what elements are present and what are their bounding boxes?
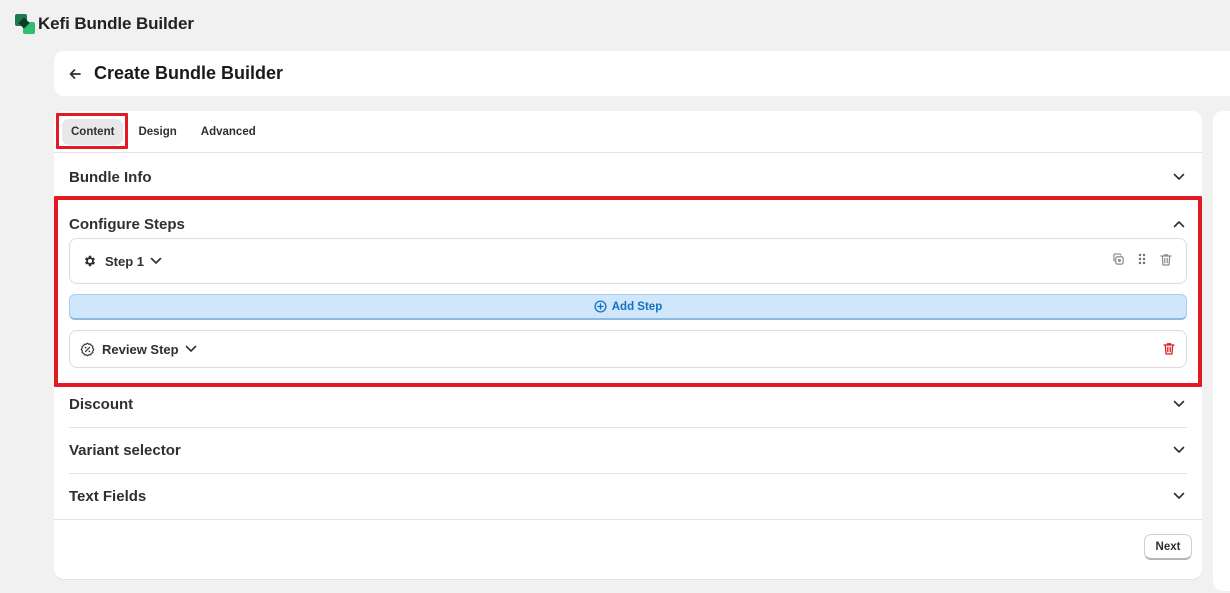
- side-panel: [1213, 111, 1230, 591]
- chevron-down-icon: [1171, 488, 1187, 504]
- section-title: Text Fields: [69, 487, 147, 505]
- divider: [54, 152, 1202, 153]
- app-title: Kefi Bundle Builder: [38, 14, 194, 33]
- chevron-down-icon: [1171, 396, 1187, 412]
- builder-card: Content Design Advanced Bundle Info Conf…: [54, 111, 1202, 579]
- chevron-down-icon[interactable]: [183, 341, 199, 357]
- app-header: Kefi Bundle Builder: [0, 0, 1230, 48]
- divider: [54, 519, 1202, 520]
- step-row[interactable]: Step 1: [69, 238, 1187, 284]
- step-actions: [1110, 251, 1174, 267]
- section-title: Configure Steps: [69, 215, 185, 233]
- section-discount[interactable]: Discount: [69, 381, 1187, 427]
- tab-design[interactable]: Design: [129, 119, 185, 145]
- trash-icon[interactable]: [1158, 251, 1174, 267]
- review-step-actions: [1161, 340, 1177, 356]
- kefi-logo-icon: [15, 14, 35, 34]
- chevron-up-icon: [1171, 216, 1187, 232]
- step-label: Step 1: [105, 253, 145, 269]
- plus-circle-icon: [594, 300, 607, 313]
- badge-percent-icon: [79, 341, 95, 357]
- trash-icon[interactable]: [1161, 340, 1177, 356]
- tab-advanced[interactable]: Advanced: [192, 119, 265, 145]
- tab-content[interactable]: Content: [62, 119, 124, 145]
- duplicate-icon[interactable]: [1110, 251, 1126, 267]
- section-bundle-info[interactable]: Bundle Info: [69, 154, 1187, 200]
- section-title: Discount: [69, 395, 134, 413]
- next-button[interactable]: Next: [1144, 534, 1192, 560]
- section-text-fields[interactable]: Text Fields: [69, 473, 1187, 519]
- section-title: Bundle Info: [69, 168, 152, 186]
- chevron-down-icon: [1171, 442, 1187, 458]
- section-variant-selector[interactable]: Variant selector: [69, 427, 1187, 473]
- chevron-down-icon[interactable]: [148, 253, 164, 269]
- arrow-left-icon[interactable]: [68, 66, 84, 82]
- drag-handle-icon[interactable]: [1134, 251, 1150, 267]
- section-title: Variant selector: [69, 441, 181, 459]
- review-step-row[interactable]: Review Step: [69, 330, 1187, 368]
- add-step-label: Add Step: [611, 300, 663, 313]
- chevron-down-icon: [1171, 169, 1187, 185]
- page-title: Create Bundle Builder: [94, 63, 284, 83]
- tab-bar: Content Design Advanced: [56, 113, 271, 149]
- page-header: Create Bundle Builder: [54, 51, 1230, 96]
- review-step-label: Review Step: [102, 341, 179, 357]
- add-step-button[interactable]: Add Step: [69, 294, 1187, 320]
- gear-icon: [82, 253, 98, 269]
